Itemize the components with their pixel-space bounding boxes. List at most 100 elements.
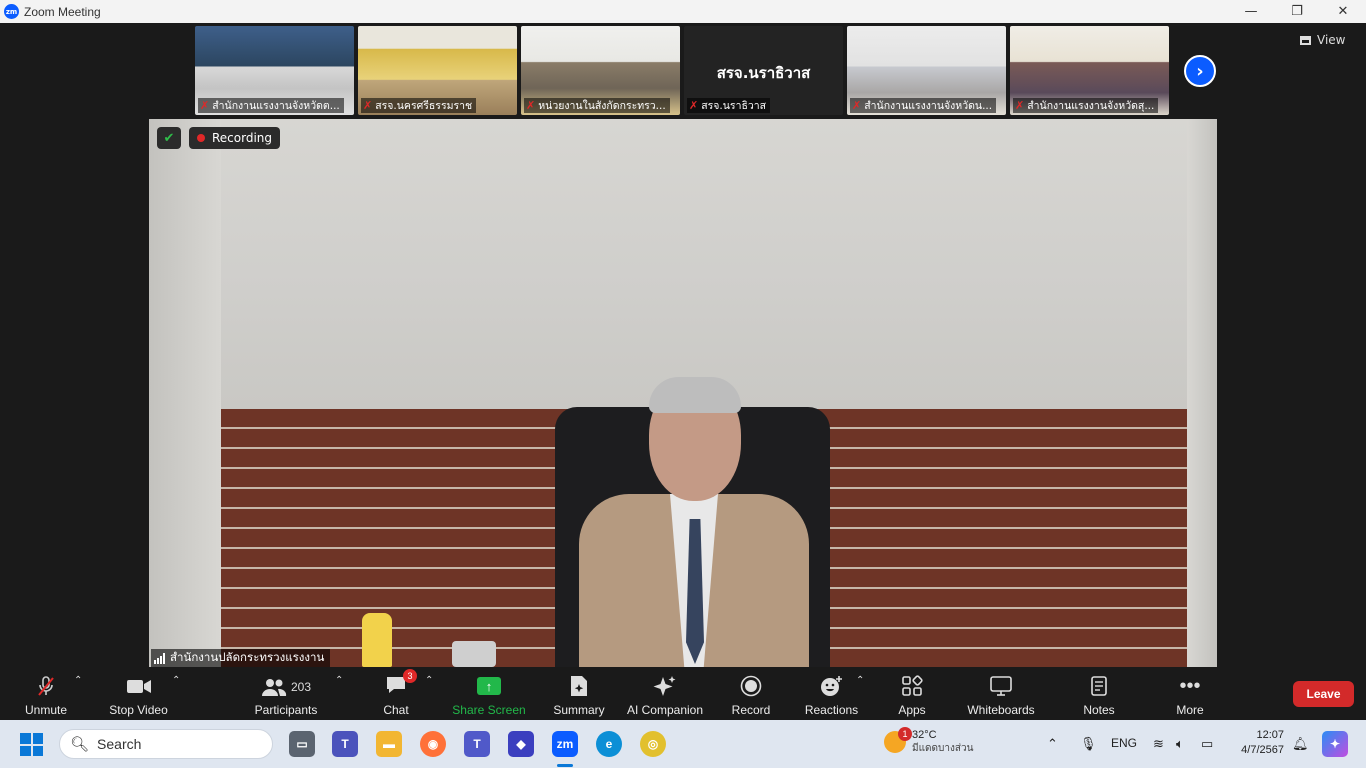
participant-thumbnail[interactable]: สรจ.นราธิวาส ✗ สรจ.นราธิวาส	[684, 26, 843, 115]
weather-temperature: 32°C	[912, 729, 937, 741]
apps-icon	[901, 675, 923, 699]
more-button[interactable]: ••• More	[1173, 671, 1207, 717]
recording-dot-icon	[197, 134, 205, 142]
record-icon	[740, 675, 762, 699]
mic-muted-icon: ✗	[526, 99, 536, 112]
whiteboards-label: Whiteboards	[967, 703, 1035, 717]
wifi-icon[interactable]: ≋	[1153, 736, 1164, 752]
weather-widget[interactable]: 1 32°C มีแดดบางส่วน	[884, 727, 974, 756]
battery-icon[interactable]: ▭	[1201, 736, 1213, 752]
notes-button[interactable]: Notes	[1081, 671, 1117, 717]
chevron-right-icon: ›	[1196, 60, 1204, 82]
apps-button[interactable]: Apps	[895, 671, 929, 717]
notification-bell-icon[interactable]: 🔔︎	[1292, 736, 1309, 752]
audio-options-caret-icon[interactable]: ⌃	[74, 675, 82, 686]
participant-thumbnail[interactable]: ✗ สำนักงานแรงงานจังหวัดต...	[195, 26, 354, 115]
participant-name: หน่วยงานในสังกัดกระทรว...	[538, 100, 666, 112]
summary-label: Summary	[553, 703, 605, 717]
stop-video-button[interactable]: Stop Video	[107, 671, 170, 717]
chrome-icon[interactable]: ◎	[640, 731, 666, 757]
signal-bars-icon	[154, 652, 165, 664]
window-title: Zoom Meeting	[24, 4, 101, 19]
reactions-options-caret-icon[interactable]: ⌃	[856, 675, 864, 686]
ai-companion-button[interactable]: AI Companion	[626, 671, 704, 717]
more-dots-icon: •••	[1179, 675, 1201, 697]
taskbar-clock[interactable]: 12:07 4/7/2567	[1232, 728, 1284, 758]
encryption-shield-icon[interactable]: ✔	[157, 127, 181, 149]
clock-time: 12:07	[1256, 729, 1284, 741]
show-hidden-icons-chevron-icon[interactable]: ⌃	[1047, 736, 1058, 752]
firefox-icon[interactable]: ◉	[420, 731, 446, 757]
share-screen-icon: ↑	[477, 677, 501, 695]
unmute-label: Unmute	[24, 703, 68, 717]
summary-button[interactable]: Summary	[551, 671, 607, 717]
participant-thumbnail[interactable]: ✗ สรจ.นครศรีธรรมราช	[358, 26, 517, 115]
view-button[interactable]: View	[1300, 33, 1345, 47]
mic-muted-icon: ✗	[200, 99, 210, 112]
notes-label: Notes	[1083, 703, 1115, 717]
participant-name: สำนักงานแรงงานจังหวัดต...	[212, 100, 340, 112]
mic-muted-icon: ✗	[852, 99, 862, 112]
video-background	[149, 119, 1217, 409]
participants-button[interactable]: 203 Participants	[254, 671, 318, 717]
participant-name: สำนักงานแรงงานจังหวัดสุ...	[1027, 100, 1155, 112]
clock-date: 4/7/2567	[1241, 744, 1284, 756]
next-page-button[interactable]: ›	[1184, 55, 1216, 87]
volume-icon[interactable]: 🔈︎	[1176, 736, 1184, 752]
chat-bubble-icon: 3	[385, 669, 417, 699]
chat-button[interactable]: 3 Chat	[380, 669, 417, 717]
meeting-stage: ✗ สำนักงานแรงงานจังหวัดต... ✗ สรจ.นครศรีธร…	[0, 23, 1366, 667]
chat-options-caret-icon[interactable]: ⌃	[425, 675, 433, 686]
whiteboards-button[interactable]: Whiteboards	[965, 671, 1037, 717]
copilot-app-icon[interactable]: ◆	[508, 731, 534, 757]
copilot-icon[interactable]: ✦	[1322, 731, 1348, 757]
edge-icon[interactable]: e	[596, 731, 622, 757]
share-screen-button[interactable]: ↑ Share Screen	[452, 671, 526, 717]
share-screen-label: Share Screen	[452, 703, 526, 717]
recording-label: Recording	[212, 131, 273, 145]
task-view-icon[interactable]: ▭	[289, 731, 315, 757]
zoom-logo-icon: zm	[4, 4, 19, 19]
participant-thumbnail[interactable]: ✗ สำนักงานแรงงานจังหวัดสุ...	[1010, 26, 1169, 115]
mic-muted-icon: ✗	[1015, 99, 1025, 112]
participants-icon	[261, 679, 287, 696]
recording-indicator[interactable]: Recording	[189, 127, 281, 149]
active-speaker-video[interactable]: ✔ Recording สำนักงานปลัดกระทรวงแรงงาน	[149, 119, 1217, 667]
weather-condition: มีแดดบางส่วน	[912, 743, 974, 754]
search-placeholder: Search	[97, 736, 142, 752]
zoom-taskbar-icon[interactable]: zm	[552, 731, 578, 757]
meeting-toolbar: Unmute ⌃ Stop Video ⌃ 203 Participants ⌃…	[0, 667, 1366, 720]
chat-unread-badge: 3	[403, 669, 417, 683]
microphone-icon[interactable]: 🎙︎	[1080, 736, 1097, 752]
chat-label: Chat	[383, 703, 409, 717]
participants-options-caret-icon[interactable]: ⌃	[335, 675, 343, 686]
unmute-button[interactable]: Unmute	[22, 671, 70, 717]
participant-thumbnail[interactable]: ✗ หน่วยงานในสังกัดกระทรว...	[521, 26, 680, 115]
gallery-strip: ✗ สำนักงานแรงงานจังหวัดต... ✗ สรจ.นครศรีธร…	[195, 26, 1169, 115]
mic-muted-icon: ✗	[689, 99, 699, 112]
file-explorer-icon[interactable]: ▬	[376, 731, 402, 757]
reactions-button[interactable]: Reactions	[804, 671, 859, 717]
minimize-button[interactable]: —	[1228, 0, 1274, 23]
participants-label: Participants	[254, 703, 318, 717]
teams-icon[interactable]: T	[332, 731, 358, 757]
sparkle-icon	[653, 675, 677, 699]
stop-video-label: Stop Video	[109, 703, 168, 717]
weather-sun-icon: 1	[884, 727, 912, 753]
windows-taskbar: 🔍︎ Search ▭ T ▬ ◉ T ◆ zm e ◎ 1 32°C มีแด…	[0, 720, 1366, 768]
video-camera-icon	[126, 675, 152, 699]
maximize-button[interactable]: ❐	[1274, 0, 1320, 23]
teams-work-icon[interactable]: T	[464, 731, 490, 757]
record-button[interactable]: Record	[731, 671, 771, 717]
whiteboard-icon	[989, 675, 1013, 699]
taskbar-search[interactable]: 🔍︎ Search	[59, 729, 273, 759]
leave-button[interactable]: Leave	[1293, 681, 1354, 707]
participant-name: สรจ.นครศรีธรรมราช	[375, 100, 473, 112]
mic-muted-icon	[35, 675, 57, 699]
video-options-caret-icon[interactable]: ⌃	[172, 675, 180, 686]
close-button[interactable]: ✕	[1320, 0, 1366, 23]
participant-thumbnail[interactable]: ✗ สำนักงานแรงงานจังหวัดน...	[847, 26, 1006, 115]
mic-muted-icon: ✗	[363, 99, 373, 112]
language-indicator[interactable]: ENG	[1111, 736, 1137, 750]
windows-start-icon[interactable]	[20, 733, 43, 756]
